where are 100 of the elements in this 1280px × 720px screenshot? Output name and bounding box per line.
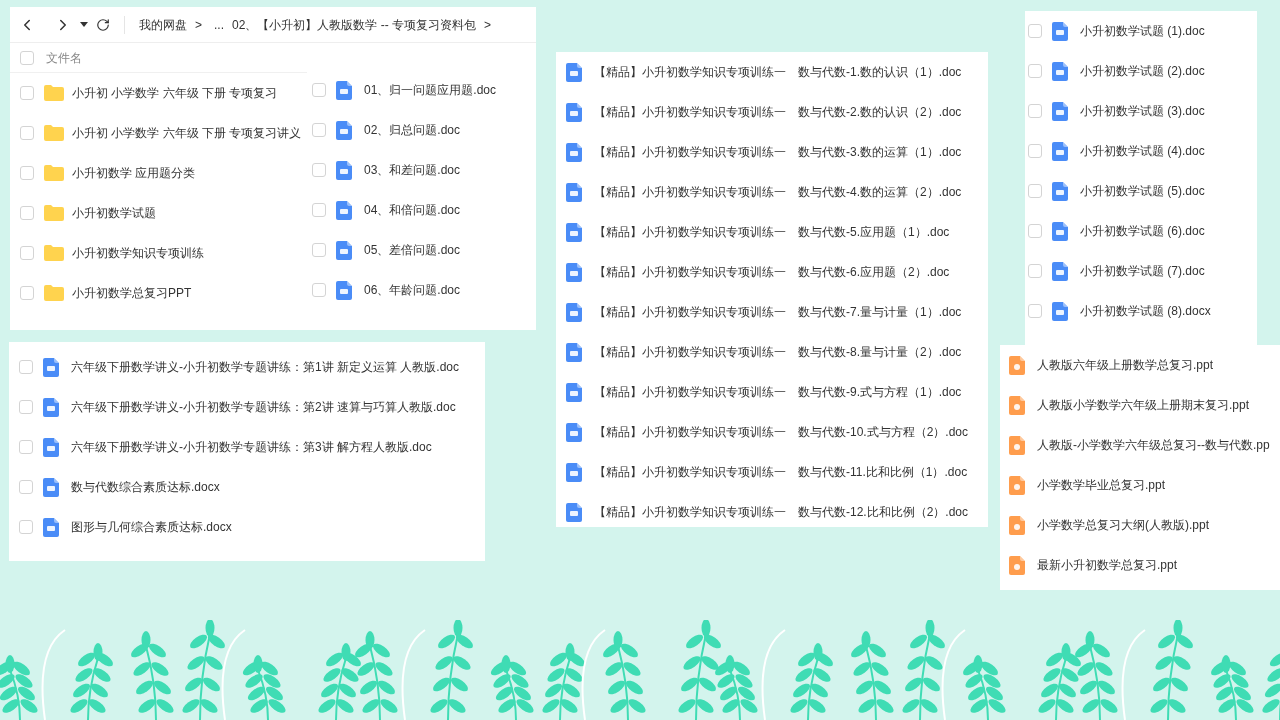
checkbox[interactable] xyxy=(20,86,34,100)
file-name[interactable]: 04、和倍问题.doc xyxy=(364,201,461,219)
file-name[interactable]: 人教版六年级上册数学总复习.ppt xyxy=(1037,356,1213,374)
checkbox[interactable] xyxy=(312,283,326,297)
word-document-icon xyxy=(566,222,582,242)
word-document-icon xyxy=(1052,181,1068,201)
file-name[interactable]: 小升初数学试题 (7).doc xyxy=(1080,262,1205,280)
refresh-icon[interactable] xyxy=(96,17,110,32)
presentation-file-icon xyxy=(1009,475,1025,495)
file-name[interactable]: 【精品】小升初数学知识专项训练一 数与代数-8.量与计量（2）.doc xyxy=(594,343,962,361)
file-name[interactable]: 六年级下册数学讲义-小升初数学专题讲练：第3讲 解方程人教版.doc xyxy=(71,438,432,456)
checkbox[interactable] xyxy=(1028,64,1042,78)
file-name[interactable]: 小升初数学试题 xyxy=(72,204,156,222)
word-document-icon xyxy=(566,102,582,122)
dropdown-caret-icon[interactable] xyxy=(80,21,88,28)
checkbox[interactable] xyxy=(19,520,33,534)
file-name[interactable]: 小升初数学试题 (8).docx xyxy=(1080,302,1211,320)
file-name[interactable]: 06、年龄问题.doc xyxy=(364,281,461,299)
file-name[interactable]: 【精品】小升初数学知识专项训练一 数与代数-6.应用题（2）.doc xyxy=(594,263,950,281)
file-name[interactable]: 小升初数学 应用题分类 xyxy=(72,164,196,182)
checkbox[interactable] xyxy=(1028,144,1042,158)
file-name[interactable]: 【精品】小升初数学知识专项训练一 数与代数-10.式与方程（2）.doc xyxy=(594,423,969,441)
word-document-icon xyxy=(1052,61,1068,81)
file-name[interactable]: 六年级下册数学讲义-小升初数学专题讲练：第1讲 新定义运算 人教版.doc xyxy=(71,358,460,376)
file-name[interactable]: 【精品】小升初数学知识专项训练一 数与代数-2.数的认识（2）.doc xyxy=(594,103,962,121)
word-document-icon xyxy=(566,302,582,322)
breadcrumb-link[interactable]: 我的网盘 xyxy=(139,15,187,34)
file-name[interactable]: 【精品】小升初数学知识专项训练一 数与代数-12.比和比例（2）.doc xyxy=(594,503,969,521)
presentation-file-icon xyxy=(1009,555,1025,575)
word-document-icon xyxy=(336,120,352,140)
checkbox[interactable] xyxy=(19,360,33,374)
file-name[interactable]: 小学数学毕业总复习.ppt xyxy=(1037,476,1165,494)
checkbox[interactable] xyxy=(1028,264,1042,278)
file-name[interactable]: 【精品】小升初数学知识专项训练一 数与代数-3.数的运算（1）.doc xyxy=(594,143,962,161)
file-name[interactable]: 02、归总问题.doc xyxy=(364,121,461,139)
file-name[interactable]: 小学数学总复习大纲(人教版).ppt xyxy=(1037,516,1209,534)
word-document-icon xyxy=(566,262,582,282)
file-name[interactable]: 小升初数学知识专项训练 xyxy=(72,244,204,262)
file-name[interactable]: 03、和差问题.doc xyxy=(364,161,461,179)
checkbox[interactable] xyxy=(20,50,34,65)
file-name[interactable]: 小升初数学总复习PPT xyxy=(72,284,192,302)
file-name[interactable]: 人教版小学数学六年级上册期末复习.ppt xyxy=(1037,396,1249,414)
word-document-icon xyxy=(566,62,582,82)
file-name[interactable]: 小升初数学试题 (4).doc xyxy=(1080,142,1205,160)
checkbox[interactable] xyxy=(20,286,34,300)
checkbox[interactable] xyxy=(19,480,33,494)
file-name[interactable]: 小升初数学试题 (6).doc xyxy=(1080,222,1205,240)
checkbox[interactable] xyxy=(1028,224,1042,238)
file-name[interactable]: 【精品】小升初数学知识专项训练一 数与代数-1.数的认识（1）.doc xyxy=(594,63,962,81)
checkbox[interactable] xyxy=(312,243,326,257)
word-document-icon xyxy=(1052,21,1068,41)
file-name[interactable]: 01、归一问题应用题.doc xyxy=(364,81,497,99)
word-document-icon xyxy=(336,200,352,220)
file-name[interactable]: 人教版-小学数学六年级总复习--数与代数.pp xyxy=(1037,436,1270,454)
breadcrumb-link[interactable]: ... xyxy=(214,15,225,34)
checkbox[interactable] xyxy=(1028,104,1042,118)
file-name[interactable]: 小升初数学试题 (5).doc xyxy=(1080,182,1205,200)
checkbox[interactable] xyxy=(19,440,33,454)
file-name[interactable]: 小升初数学试题 (1).doc xyxy=(1080,22,1205,40)
word-document-icon xyxy=(566,382,582,402)
word-document-icon xyxy=(1052,101,1068,121)
presentation-file-icon xyxy=(1009,355,1025,375)
file-name[interactable]: 最新小升初数学总复习.ppt xyxy=(1037,556,1177,574)
word-document-icon xyxy=(43,357,59,377)
breadcrumb-link[interactable]: 02、【小升初】人教版数学 -- 专项复习资料包 xyxy=(232,15,477,34)
presentation-file-icon xyxy=(1009,395,1025,415)
file-name[interactable]: 数与代数综合素质达标.docx xyxy=(71,478,220,496)
checkbox[interactable] xyxy=(1028,304,1042,318)
file-name[interactable]: 小升初数学试题 (3).doc xyxy=(1080,102,1205,120)
checkbox[interactable] xyxy=(19,400,33,414)
checkbox[interactable] xyxy=(312,203,326,217)
breadcrumb-separator: > xyxy=(484,16,492,34)
checkbox[interactable] xyxy=(20,246,34,260)
file-name[interactable]: 小升初 小学数学 六年级 下册 专项复习讲义 xyxy=(72,124,302,142)
word-document-icon xyxy=(566,342,582,362)
file-name[interactable]: 【精品】小升初数学知识专项训练一 数与代数-9.式与方程（1）.doc xyxy=(594,383,962,401)
word-document-icon xyxy=(43,477,59,497)
word-document-icon xyxy=(566,462,582,482)
file-name[interactable]: 小升初数学试题 (2).doc xyxy=(1080,62,1205,80)
file-name[interactable]: 【精品】小升初数学知识专项训练一 数与代数-5.应用题（1）.doc xyxy=(594,223,950,241)
file-name[interactable]: 【精品】小升初数学知识专项训练一 数与代数-7.量与计量（1）.doc xyxy=(594,303,962,321)
checkbox[interactable] xyxy=(20,126,34,140)
word-document-icon xyxy=(43,517,59,537)
checkbox[interactable] xyxy=(1028,24,1042,38)
checkbox[interactable] xyxy=(312,163,326,177)
file-name[interactable]: 【精品】小升初数学知识专项训练一 数与代数-11.比和比例（1）.doc xyxy=(594,463,968,481)
file-name[interactable]: 【精品】小升初数学知识专项训练一 数与代数-4.数的运算（2）.doc xyxy=(594,183,962,201)
checkbox[interactable] xyxy=(20,166,34,180)
file-name[interactable]: 图形与几何综合素质达标.docx xyxy=(71,518,232,536)
word-document-icon xyxy=(1052,301,1068,321)
folder-icon xyxy=(44,125,64,141)
checkbox[interactable] xyxy=(20,206,34,220)
file-name[interactable]: 05、差倍问题.doc xyxy=(364,241,461,259)
checkbox[interactable] xyxy=(312,123,326,137)
column-header[interactable]: 文件名 xyxy=(46,48,82,67)
file-name[interactable]: 六年级下册数学讲义-小升初数学专题讲练：第2讲 速算与巧算人教版.doc xyxy=(71,398,456,416)
file-name[interactable]: 小升初 小学数学 六年级 下册 专项复习 xyxy=(72,84,278,102)
checkbox[interactable] xyxy=(312,83,326,97)
checkbox[interactable] xyxy=(1028,184,1042,198)
word-document-icon xyxy=(43,397,59,417)
